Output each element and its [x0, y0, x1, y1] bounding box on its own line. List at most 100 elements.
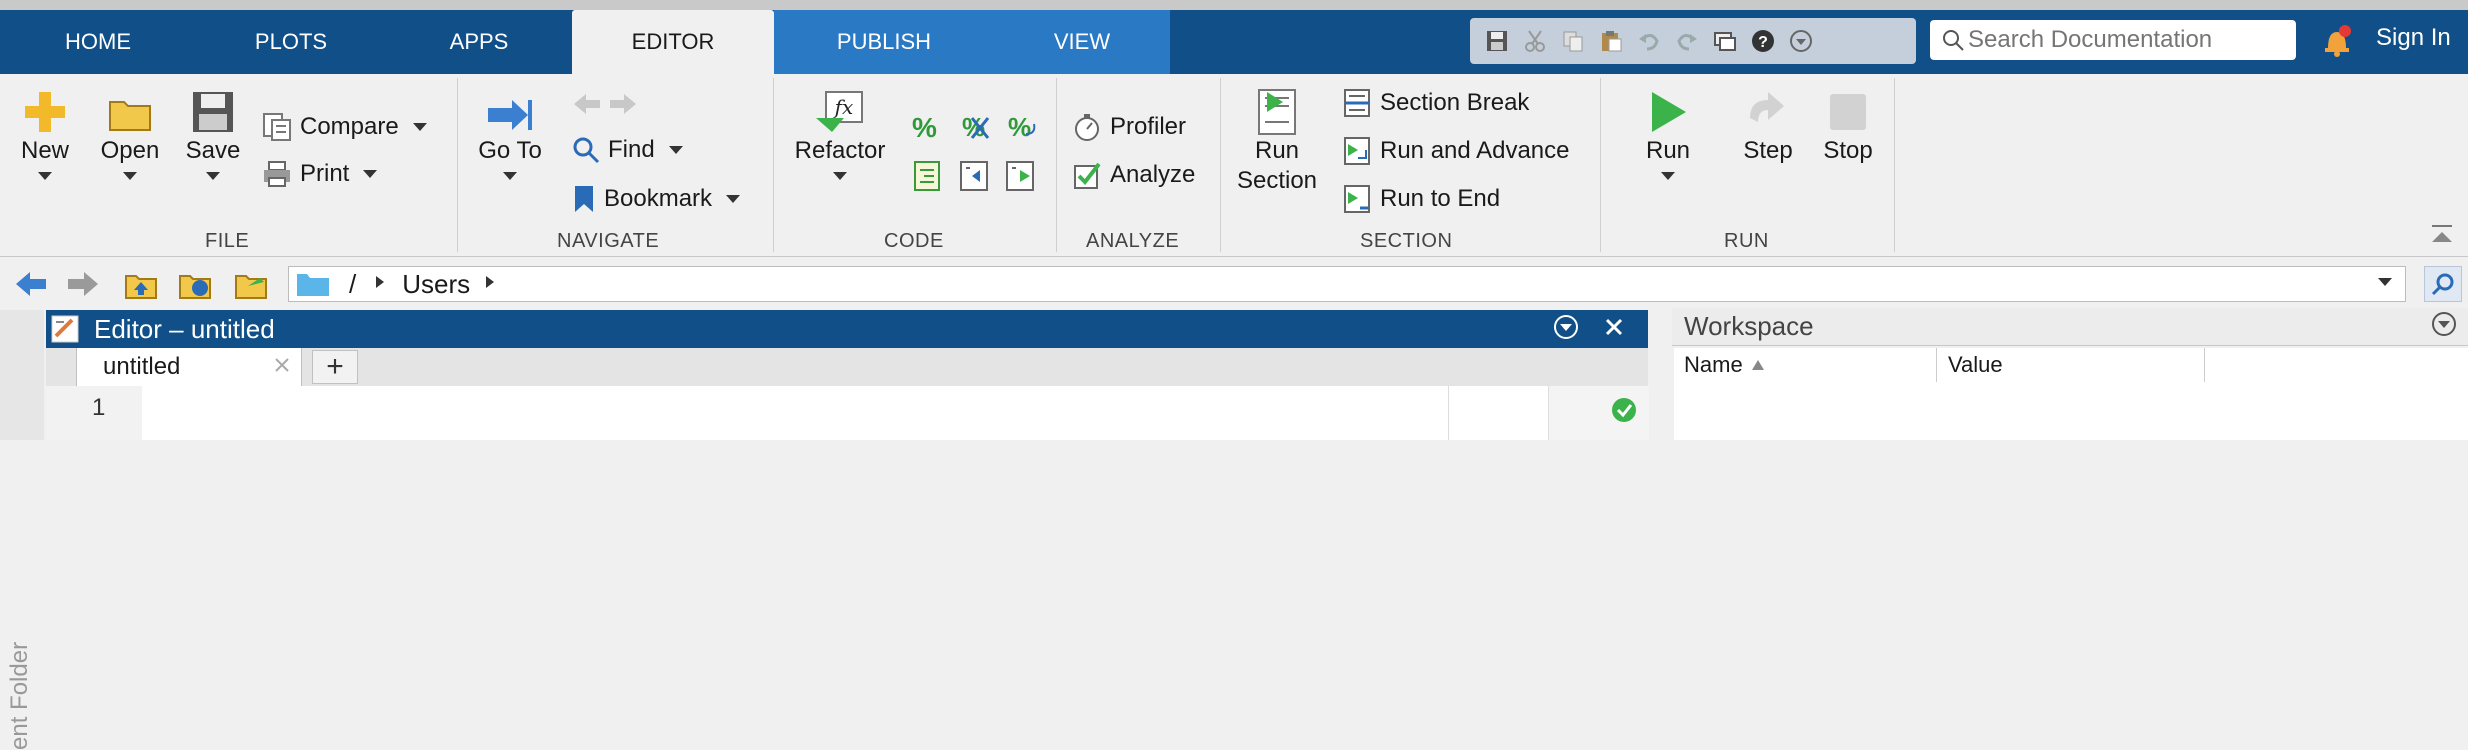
- path-users[interactable]: Users: [402, 269, 470, 300]
- editor-window-icon: [51, 315, 79, 343]
- save-icon[interactable]: [1484, 28, 1510, 54]
- run-section-button[interactable]: Run Section: [1232, 88, 1322, 196]
- section-break-icon: [1344, 89, 1370, 117]
- workspace-variable-list[interactable]: [1674, 382, 2468, 440]
- goto-arrow-icon: [488, 100, 532, 130]
- uncomment-icon: %: [962, 112, 990, 142]
- close-tab-icon[interactable]: [273, 356, 291, 379]
- section-break-button[interactable]: Section Break: [1342, 88, 1529, 118]
- find-magnifier-icon: [573, 137, 600, 164]
- switch-windows-icon[interactable]: [1712, 28, 1738, 54]
- comment-button[interactable]: %: [912, 112, 937, 144]
- increase-indent-icon: [1006, 161, 1034, 191]
- tab-editor[interactable]: EDITOR: [572, 10, 774, 74]
- line-number: 1: [92, 394, 106, 421]
- wrap-comments-icon: %: [1008, 112, 1036, 142]
- profiler-button[interactable]: Profiler: [1072, 112, 1186, 142]
- workspace-actions-menu-icon[interactable]: [2430, 310, 2458, 343]
- redo-icon[interactable]: [1674, 28, 1700, 54]
- column-divider[interactable]: [1936, 348, 1937, 382]
- editor-code-area[interactable]: 1: [46, 386, 1649, 440]
- folder-icon: [297, 274, 329, 296]
- bookmark-button[interactable]: Bookmark: [572, 184, 741, 214]
- decrease-indent-button[interactable]: [958, 160, 992, 192]
- tab-home[interactable]: HOME: [0, 10, 196, 74]
- panel-splitter[interactable]: [1650, 308, 1672, 440]
- editor-tab-strip: untitled +: [46, 348, 1648, 387]
- code-analyzer-ok-icon[interactable]: [1610, 396, 1638, 429]
- copy-icon[interactable]: [1560, 28, 1586, 54]
- step-icon: [1750, 92, 1784, 122]
- step-button[interactable]: Step: [1736, 88, 1800, 166]
- column-divider[interactable]: [2204, 348, 2205, 382]
- compare-button[interactable]: Compare: [262, 112, 427, 142]
- open-button[interactable]: Open: [96, 90, 164, 180]
- browse-folder-icon[interactable]: [178, 266, 214, 305]
- current-folder-collapsed-panel[interactable]: ent Folder: [0, 310, 44, 750]
- bookmark-icon: [575, 186, 593, 212]
- browse-for-folder-icon[interactable]: [234, 266, 270, 305]
- tab-view[interactable]: VIEW: [994, 10, 1170, 74]
- navigate-back-forward[interactable]: [570, 90, 640, 118]
- up-one-level-icon[interactable]: [124, 268, 158, 305]
- path-separator-icon[interactable]: [374, 274, 386, 295]
- run-to-end-icon: [1344, 185, 1370, 213]
- print-button[interactable]: Print: [262, 160, 378, 188]
- back-forward-arrows-icon: [574, 94, 636, 114]
- workspace-table-header: Name Value: [1674, 348, 2468, 383]
- sign-in-link[interactable]: Sign In: [2376, 24, 2451, 52]
- refactor-button[interactable]: fx Refactor: [788, 90, 892, 180]
- workspace-title: Workspace: [1684, 311, 1814, 341]
- search-documentation-box[interactable]: [1930, 20, 2296, 60]
- printer-icon: [264, 161, 290, 187]
- stop-button[interactable]: Stop: [1816, 88, 1880, 166]
- cut-icon[interactable]: [1522, 28, 1548, 54]
- tab-untitled-label: untitled: [103, 353, 181, 380]
- window-top-strip: [0, 0, 2468, 10]
- run-to-end-button[interactable]: Run to End: [1342, 184, 1500, 214]
- notification-bell-icon[interactable]: [2320, 22, 2354, 60]
- column-header-name[interactable]: Name: [1684, 352, 1765, 378]
- tab-plots[interactable]: PLOTS: [196, 10, 386, 74]
- help-icon[interactable]: ?: [1750, 28, 1776, 54]
- customize-toolbar-icon[interactable]: [1788, 28, 1814, 54]
- uncomment-button[interactable]: %: [958, 112, 992, 142]
- increase-indent-button[interactable]: [1004, 160, 1038, 192]
- tab-apps[interactable]: APPS: [386, 10, 572, 74]
- search-folder-button[interactable]: [2424, 266, 2462, 302]
- new-tab-button[interactable]: +: [312, 350, 358, 384]
- paste-icon[interactable]: [1598, 28, 1624, 54]
- undo-icon[interactable]: [1636, 28, 1662, 54]
- goto-button[interactable]: Go To: [470, 94, 550, 180]
- run-and-advance-button[interactable]: Run and Advance: [1342, 136, 1569, 166]
- editor-titlebar: Editor – untitled: [46, 310, 1648, 348]
- search-input[interactable]: [1966, 25, 2290, 55]
- new-button[interactable]: New: [14, 88, 76, 180]
- tab-publish[interactable]: PUBLISH: [774, 10, 994, 74]
- collapse-toolstrip-icon[interactable]: [2428, 222, 2456, 253]
- search-icon: [1943, 30, 1964, 51]
- run-button[interactable]: Run: [1636, 88, 1700, 180]
- tab-untitled[interactable]: untitled: [76, 348, 302, 386]
- analyze-button[interactable]: Analyze: [1072, 160, 1195, 190]
- address-dropdown-icon[interactable]: [2377, 275, 2393, 293]
- editor-actions-menu-icon[interactable]: [1552, 313, 1580, 346]
- smart-indent-button[interactable]: [912, 160, 942, 192]
- forward-arrow-icon[interactable]: [66, 270, 100, 303]
- path-root[interactable]: /: [349, 269, 356, 300]
- ribbon-separator: [1600, 78, 1601, 252]
- save-button[interactable]: Save: [180, 88, 246, 180]
- back-arrow-icon[interactable]: [14, 270, 48, 303]
- wrap-comments-button[interactable]: %: [1004, 112, 1038, 142]
- find-button[interactable]: Find: [572, 136, 683, 164]
- ribbon-separator: [1894, 78, 1895, 252]
- workspace-titlebar: Workspace: [1672, 308, 2468, 346]
- group-label-run: RUN: [1724, 230, 1769, 252]
- current-folder-address-bar[interactable]: / Users: [288, 266, 2406, 302]
- close-editor-icon[interactable]: [1604, 317, 1624, 342]
- path-separator-icon[interactable]: [484, 274, 496, 295]
- column-header-value[interactable]: Value: [1948, 352, 2003, 378]
- refactor-fx-icon: fx: [816, 91, 863, 132]
- smart-indent-icon: [914, 161, 940, 191]
- decrease-indent-icon: [960, 161, 988, 191]
